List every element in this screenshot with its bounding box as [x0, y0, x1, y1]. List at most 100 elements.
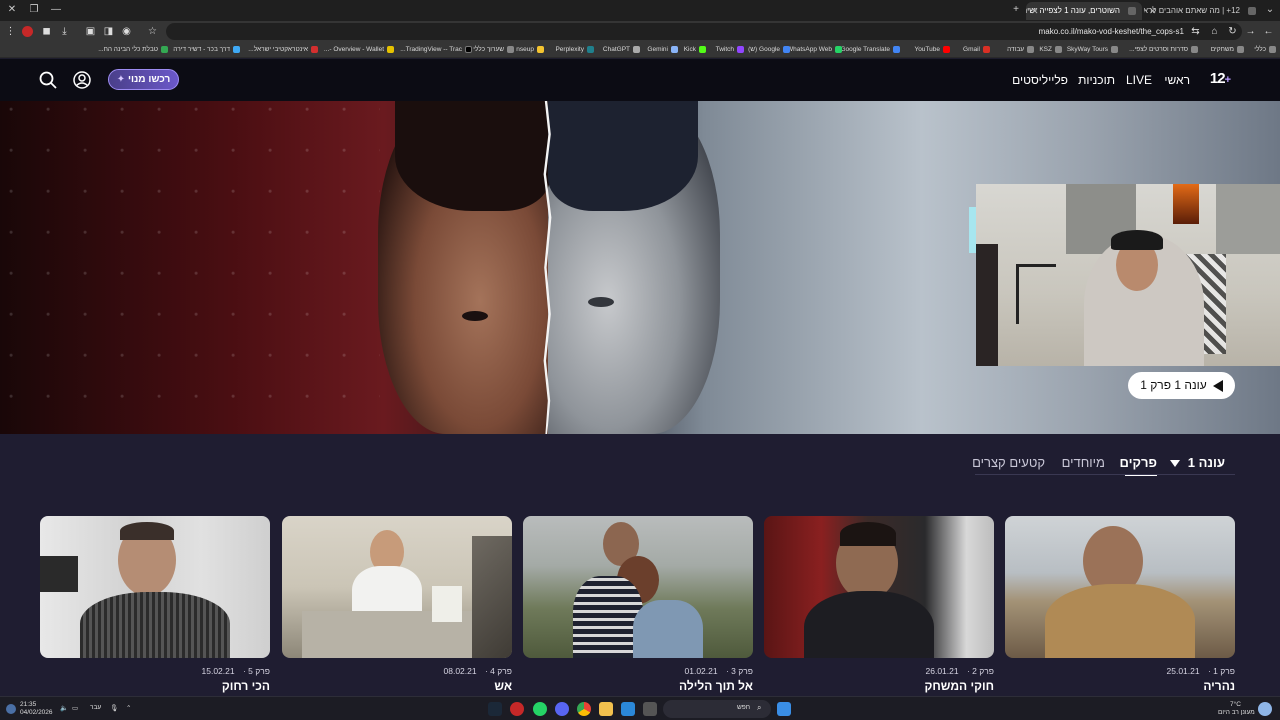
bookmark-item[interactable]: YouTube: [914, 43, 950, 57]
bookmark-item[interactable]: Kick: [684, 43, 706, 57]
bookmark-item[interactable]: עבודה: [1007, 43, 1034, 57]
nav-item-shows[interactable]: תוכניות: [1078, 73, 1115, 87]
bookmark-item[interactable]: nseup: [516, 43, 544, 57]
taskbar-search[interactable]: חפש ⌕: [663, 700, 771, 718]
tab-episodes[interactable]: פרקים: [1120, 455, 1158, 470]
language-indicator[interactable]: עבר: [90, 704, 101, 711]
episode-title: הכי רחוק: [221, 679, 270, 693]
windows-start-icon[interactable]: [777, 702, 791, 716]
nav-item-home[interactable]: ראשי: [1164, 73, 1190, 87]
whatsapp-icon[interactable]: [533, 702, 547, 716]
bookmark-item[interactable]: אינטראקטיבי ישראל...: [248, 43, 318, 57]
bookmark-item[interactable]: שערוך כללי: [473, 43, 514, 57]
bookmark-star-icon[interactable]: ☆: [146, 25, 159, 38]
bookmark-item[interactable]: Google (ש): [748, 43, 790, 57]
episode-meta: פרק 4 · 08.02.21: [443, 666, 513, 676]
episode-thumbnail[interactable]: [764, 516, 994, 658]
subscribe-button[interactable]: רכשו מנוי ✦: [108, 69, 179, 90]
episode-card[interactable]: פרק 4 · 08.02.21 אש: [282, 516, 512, 696]
site-header: 12+ ראשי LIVE תוכניות פלייליסטים רכשו מנ…: [0, 59, 1280, 101]
episode-thumbnail[interactable]: [523, 516, 753, 658]
file-explorer-icon[interactable]: [599, 702, 613, 716]
episode-card[interactable]: פרק 3 · 01.02.21 אל תוך הלילה: [523, 516, 753, 696]
close-icon[interactable]: ✕: [1149, 2, 1157, 20]
bookmark-item[interactable]: כללי: [1254, 43, 1276, 57]
bookmark-item[interactable]: ChatGPT: [603, 43, 640, 57]
webcam-poster: [1173, 184, 1199, 224]
bookmark-item[interactable]: טבלת כלי הבינה הח...: [98, 43, 168, 57]
hero-hair-left: [395, 101, 550, 211]
clock-date[interactable]: 04/02/2026: [20, 709, 53, 716]
extension-icon[interactable]: ▣: [84, 25, 97, 38]
tab-specials[interactable]: מיוחדים: [1062, 455, 1105, 470]
weather-icon[interactable]: [6, 704, 16, 714]
site-logo[interactable]: 12+: [1209, 70, 1231, 87]
profile-avatar[interactable]: [22, 26, 33, 37]
app-icon[interactable]: [510, 702, 524, 716]
extension-icon[interactable]: ◼: [40, 25, 53, 38]
chevron-up-icon[interactable]: ⌃: [126, 704, 131, 712]
discord-icon[interactable]: [555, 702, 569, 716]
play-icon: [1212, 379, 1223, 392]
volume-icon[interactable]: 🔈: [60, 704, 68, 712]
reload-icon[interactable]: ↻: [1226, 25, 1239, 38]
store-icon[interactable]: [621, 702, 635, 716]
task-view-icon[interactable]: [643, 702, 657, 716]
bookmark-item[interactable]: Perplexity: [555, 43, 594, 57]
home-icon[interactable]: ⌂: [1208, 25, 1221, 38]
episode-thumbnail[interactable]: [40, 516, 270, 658]
nav-item-live[interactable]: LIVE: [1126, 73, 1152, 87]
site-info-icon[interactable]: ⇆: [1189, 25, 1202, 38]
url-text: mako.co.il/mako-vod-keshet/the_cops-s1: [1038, 27, 1184, 36]
episode-card[interactable]: פרק 5 · 15.02.21 הכי רחוק: [40, 516, 270, 696]
bookmark-item[interactable]: משחקים: [1211, 43, 1244, 57]
tab-search-icon[interactable]: ⌄: [1262, 3, 1278, 17]
bookmark-item[interactable]: סדרות וסרטים לצפי...: [1129, 43, 1198, 57]
extension-icon[interactable]: ◉: [120, 25, 133, 38]
hero-eye-left: [462, 311, 488, 321]
bookmark-item[interactable]: Gemini: [647, 43, 678, 57]
bookmark-item[interactable]: KSZ: [1039, 43, 1062, 57]
network-icon[interactable]: ▭: [72, 704, 78, 712]
weather-widget-icon[interactable]: [1258, 702, 1272, 716]
bookmark-item[interactable]: Gmail: [963, 43, 990, 57]
back-icon[interactable]: ←: [1262, 25, 1275, 38]
bookmark-item[interactable]: WhatsApp Web: [787, 43, 842, 57]
webcam-mic-arm: [1016, 264, 1056, 324]
close-window-icon[interactable]: ✕: [4, 3, 20, 17]
menu-icon[interactable]: ⋮: [4, 25, 17, 38]
episode-card[interactable]: פרק 2 · 26.01.21 חוקי המשחק: [764, 516, 994, 696]
maximize-window-icon[interactable]: ❐: [26, 3, 42, 17]
microphone-icon[interactable]: 🎙: [110, 704, 118, 712]
episode-card[interactable]: פרק 1 · 25.01.21 נהריה: [1005, 516, 1235, 696]
user-icon[interactable]: [72, 70, 92, 90]
webcam-window: [1216, 184, 1280, 254]
chrome-icon[interactable]: [577, 702, 591, 716]
forward-icon[interactable]: →: [1244, 25, 1257, 38]
close-icon[interactable]: ✕: [1031, 2, 1039, 20]
episode-thumbnail[interactable]: [1005, 516, 1235, 658]
tab-clips[interactable]: קטעים קצרים: [972, 455, 1045, 470]
bookmark-item[interactable]: דרך בכר - דשיר דירה: [173, 43, 240, 57]
tab-inactive[interactable]: ✕ 12+ | מה שאתם אוהבים לראות: [1144, 2, 1262, 20]
new-tab-icon[interactable]: +: [1008, 3, 1024, 17]
episode-thumbnail[interactable]: [282, 516, 512, 658]
clock-time[interactable]: 21:35: [20, 701, 36, 708]
search-icon[interactable]: [38, 70, 58, 90]
steam-icon[interactable]: [488, 702, 502, 716]
minimize-window-icon[interactable]: —: [48, 3, 64, 17]
bookmark-item[interactable]: Overview - Wallet -...: [324, 43, 394, 57]
bookmark-item[interactable]: SkyWay Tours: [1067, 43, 1118, 57]
bookmark-item[interactable]: Twitch: [716, 43, 744, 57]
play-episode-button[interactable]: עונה 1 פרק 1: [1128, 372, 1235, 399]
bookmark-item[interactable]: Google Translate: [840, 43, 900, 57]
season-dropdown[interactable]: עונה 1: [1169, 455, 1225, 470]
download-icon[interactable]: ⤓: [58, 25, 71, 38]
address-bar[interactable]: mako.co.il/mako-vod-keshet/the_cops-s1 ⇆: [166, 23, 1242, 40]
logo-text: 12: [1209, 70, 1226, 87]
extension-icon[interactable]: ◨: [102, 25, 115, 38]
tab-active[interactable]: ✕ השוטרים, עונה 1 לצפייה ישירה: [1026, 2, 1142, 20]
bookmark-item[interactable]: TradingView -- Trac...: [400, 43, 472, 57]
nav-item-playlists[interactable]: פלייליסטים: [1012, 73, 1068, 87]
tab-title: 12+ | מה שאתם אוהבים לראות: [1144, 6, 1240, 15]
